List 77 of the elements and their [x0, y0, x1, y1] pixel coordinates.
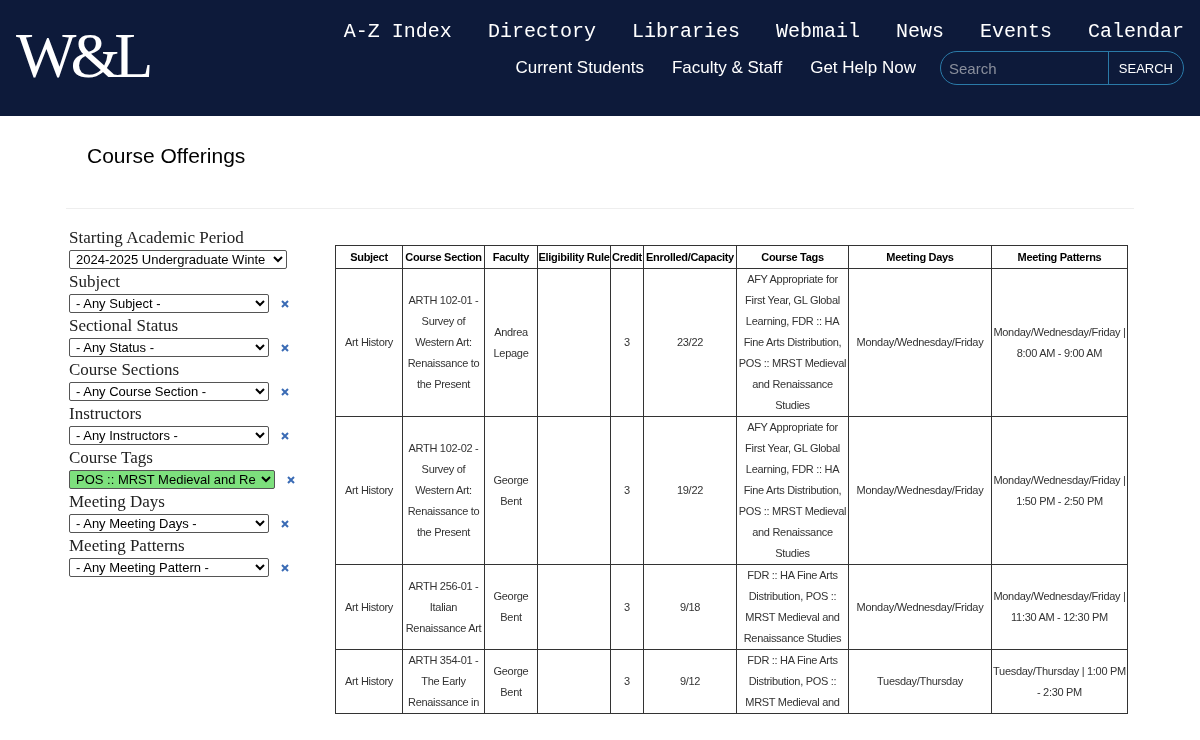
column-header: Meeting Patterns [991, 245, 1128, 269]
search-button[interactable]: SEARCH [1107, 52, 1183, 84]
table-cell: George Bent [484, 564, 538, 650]
filter-label: Course Sections [69, 359, 181, 381]
page-title: Course Offerings [86, 143, 247, 169]
nav-link[interactable]: Directory [487, 20, 596, 43]
nav-link[interactable]: Events [979, 20, 1052, 43]
table-cell: 3 [610, 564, 644, 650]
column-header: Faculty [484, 245, 538, 269]
filter-label: Starting Academic Period [69, 227, 245, 249]
nav-link[interactable]: Get Help Now [810, 58, 916, 78]
filter-select[interactable]: - Any Status - [69, 338, 269, 357]
table-cell: Art History [335, 416, 403, 565]
table-cell: Art History [335, 268, 403, 417]
clear-icon[interactable] [281, 299, 289, 308]
table-cell: George Bent [484, 416, 538, 565]
table-cell: 3 [610, 268, 644, 417]
table-cell: FDR :: HA Fine Arts Distribution, POS :: MRST Medieval and [736, 649, 849, 714]
filter-select[interactable]: - Any Course Section - [69, 382, 269, 401]
table-cell: ARTH 256-01 - Italian Renaissance Art [402, 564, 485, 650]
table-cell: George Bent [484, 649, 538, 714]
clear-icon[interactable] [281, 343, 289, 352]
filter-label: Sectional Status [69, 315, 180, 337]
table-cell: 9/18 [643, 564, 737, 650]
nav-link[interactable]: Faculty & Staff [671, 58, 783, 78]
filter-select[interactable]: - Any Meeting Pattern - [69, 558, 269, 577]
table-cell: FDR :: HA Fine Arts Distribution, POS :: MRST Medieval and Renaissance Studies [736, 564, 849, 650]
table-cell: 3 [610, 649, 644, 714]
table-cell: Tuesday/Thursday [848, 649, 992, 714]
filter-select[interactable]: - Any Meeting Days - [69, 514, 269, 533]
nav-link[interactable]: Webmail [775, 20, 860, 43]
filter-label: Subject [69, 271, 121, 293]
nav-link[interactable]: A-Z Index [343, 20, 452, 43]
nav-link[interactable]: Current Students [515, 58, 644, 78]
table-cell: AFY Appropriate for First Year, GL Global Learning, FDR :: HA Fine Arts Distribution, POS :: MRST Medieval and Renaissance Studies [736, 416, 849, 565]
table-cell: Monday/Wednesday/Friday | 1:50 PM - 2:50 PM [991, 416, 1128, 565]
table-cell: ARTH 102-01 - Survey of Western Art: Renaissance to the Present [402, 268, 485, 417]
nav-link[interactable]: Libraries [631, 20, 740, 43]
table-cell: Monday/Wednesday/Friday [848, 268, 992, 417]
filter-label: Course Tags [69, 447, 154, 469]
column-header: Enrolled/Capacity [643, 245, 737, 269]
column-header: Course Section [402, 245, 485, 269]
clear-icon[interactable] [281, 519, 289, 528]
table-cell: ARTH 354-01 - The Early Renaissance in [402, 649, 485, 714]
table-cell: Art History [335, 649, 403, 714]
table-cell: Andrea Lepage [484, 268, 538, 417]
nav-link[interactable]: Calendar [1088, 20, 1184, 43]
table-cell: AFY Appropriate for First Year, GL Global Learning, FDR :: HA Fine Arts Distribution, POS :: MRST Medieval and Renaissance Studies [736, 268, 849, 417]
nav-link[interactable]: News [895, 20, 944, 43]
logo[interactable]: W&L [16, 19, 148, 93]
clear-icon[interactable] [281, 431, 289, 440]
table-cell: Monday/Wednesday/Friday | 11:30 AM - 12:30 PM [991, 564, 1128, 650]
column-header: Subject [335, 245, 403, 269]
table-cell: Art History [335, 564, 403, 650]
clear-icon[interactable] [281, 387, 289, 396]
table-cell: 9/12 [643, 649, 737, 714]
filter-label: Meeting Days [69, 491, 166, 513]
column-header: Meeting Days [848, 245, 992, 269]
table-cell: Monday/Wednesday/Friday [848, 416, 992, 565]
clear-icon[interactable] [287, 475, 295, 484]
table-cell: Tuesday/Thursday | 1:00 PM - 2:30 PM [991, 649, 1128, 714]
table-cell: 23/22 [643, 268, 737, 417]
filter-label: Instructors [69, 403, 143, 425]
filter-select[interactable]: - Any Subject - [69, 294, 269, 313]
filter-label: Meeting Patterns [69, 535, 186, 557]
filter-select[interactable]: - Any Instructors - [69, 426, 269, 445]
table-cell: 3 [610, 416, 644, 565]
table-cell: Monday/Wednesday/Friday [848, 564, 992, 650]
table-cell: ARTH 102-02 - Survey of Western Art: Renaissance to the Present [402, 416, 485, 565]
column-header: Course Tags [736, 245, 849, 269]
filter-select[interactable]: 2024-2025 Undergraduate Winte [69, 250, 287, 269]
clear-icon[interactable] [281, 563, 289, 572]
table-cell: Monday/Wednesday/Friday | 8:00 AM - 9:00 AM [991, 268, 1128, 417]
column-header: Eligibility Rule [537, 245, 611, 269]
filter-select[interactable]: POS :: MRST Medieval and Re [69, 470, 275, 489]
table-cell: 19/22 [643, 416, 737, 565]
column-header: Credit [610, 245, 644, 269]
